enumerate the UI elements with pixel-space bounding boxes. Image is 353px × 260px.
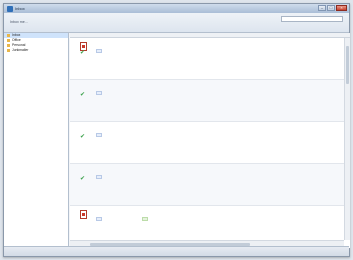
scrollbar-thumb[interactable] (346, 46, 349, 84)
window-title: Inbox (15, 6, 25, 11)
list-item[interactable]: ✔ (70, 38, 344, 80)
sidebar-item-junkmailer[interactable]: Junkmailer (4, 48, 68, 53)
toolbar-subtext (281, 25, 343, 30)
sidebar-item-label: Junkmailer (12, 48, 29, 52)
check-icon: ✔ (80, 176, 86, 182)
message-list: ✔ ✔ ✔ ✔ (70, 38, 344, 240)
app-window: Inbox – □ × Inbox me... Inbox Office Per… (3, 3, 350, 257)
list-item[interactable]: ✔ (70, 122, 344, 164)
pdf-icon (80, 210, 87, 219)
vertical-scrollbar[interactable] (344, 38, 350, 240)
minimize-icon[interactable]: – (318, 5, 326, 11)
tag-badge-green (142, 217, 148, 221)
toolbar: Inbox me... (4, 13, 349, 33)
app-icon (7, 5, 13, 12)
folder-icon (7, 34, 10, 37)
tag-badge (96, 175, 102, 179)
title-bar: Inbox – □ × (4, 4, 349, 13)
message-list-panel: ✔ ✔ ✔ ✔ (70, 33, 350, 248)
folder-icon (7, 44, 10, 47)
check-icon: ✔ (80, 50, 86, 56)
close-icon[interactable]: × (336, 5, 347, 11)
list-item[interactable]: ✔ (70, 164, 344, 206)
window-controls: – □ × (318, 5, 347, 11)
check-icon: ✔ (80, 92, 86, 98)
search-input[interactable] (281, 16, 343, 22)
folder-sidebar: Inbox Office Personal Junkmailer (4, 33, 69, 248)
tag-badge (96, 133, 102, 137)
maximize-icon[interactable]: □ (327, 5, 335, 11)
tag-badge (96, 49, 102, 53)
tag-badge (96, 91, 102, 95)
list-item[interactable] (70, 206, 344, 240)
status-bar (4, 246, 349, 256)
tag-badge (96, 217, 102, 221)
breadcrumb[interactable]: Inbox me... (10, 20, 28, 24)
folder-icon (7, 49, 10, 52)
sidebar-item-label: Personal (12, 43, 26, 47)
folder-icon (7, 39, 10, 42)
list-item[interactable]: ✔ (70, 80, 344, 122)
sidebar-item-label: Inbox (12, 33, 21, 37)
sidebar-item-label: Office (12, 38, 21, 42)
check-icon: ✔ (80, 134, 86, 140)
